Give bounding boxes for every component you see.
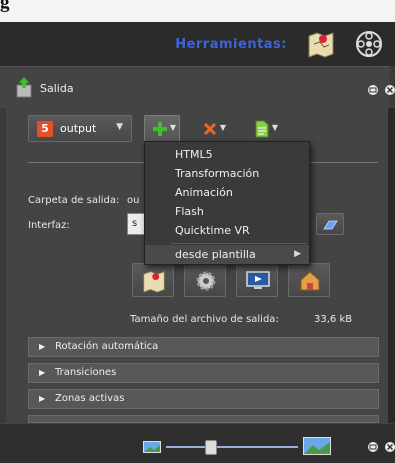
chevron-down-icon: ▼ xyxy=(116,122,123,132)
output-size-label: Tamaño del archivo de salida: xyxy=(130,314,279,325)
section-partial[interactable] xyxy=(28,415,379,423)
output-size-row: Tamaño del archivo de salida: 33,6 kB xyxy=(130,314,375,330)
panel-resize-handle[interactable] xyxy=(0,108,6,423)
panel-title: Salida xyxy=(40,82,74,95)
output-panel-icon xyxy=(16,77,32,98)
document-icon xyxy=(255,120,269,138)
film-reel-icon[interactable] xyxy=(352,30,386,58)
zoom-slider-track[interactable] xyxy=(166,446,298,448)
tools-header: Herramientas: xyxy=(0,22,395,66)
remove-icon xyxy=(204,123,216,135)
gear-icon xyxy=(196,271,216,291)
menu-item-flash[interactable]: Flash xyxy=(145,202,309,221)
panel-close-icon[interactable] xyxy=(384,84,395,96)
add-icon xyxy=(153,122,167,136)
tools-label: Herramientas: xyxy=(175,37,287,52)
remove-output-button[interactable]: ▼ xyxy=(194,115,230,142)
zoom-slider-handle[interactable] xyxy=(205,440,217,455)
float-icon[interactable] xyxy=(367,441,379,453)
menu-separator xyxy=(171,243,307,244)
chevron-down-icon: ▼ xyxy=(271,123,278,132)
output-selector-label: output xyxy=(60,122,97,135)
eraser-icon xyxy=(323,220,338,230)
settings-button[interactable] xyxy=(184,263,226,297)
panel-float-icon[interactable] xyxy=(367,84,379,96)
section-title: Zonas activas xyxy=(55,393,125,404)
section-title: Transiciones xyxy=(55,367,117,378)
panel-scrollbar[interactable] xyxy=(388,108,395,423)
publish-button[interactable] xyxy=(288,263,330,297)
chevron-down-icon: ▼ xyxy=(219,123,226,132)
preview-button[interactable] xyxy=(236,263,278,297)
menu-item-html5[interactable]: HTML5 xyxy=(145,145,309,164)
top-title-strip: g xyxy=(0,0,395,22)
chevron-down-icon: ▼ xyxy=(169,123,176,132)
expand-arrow-icon: ▶ xyxy=(39,368,46,377)
section-hotspots[interactable]: ▶ Zonas activas xyxy=(28,389,379,409)
house-icon xyxy=(300,271,320,291)
top-title-text: g xyxy=(0,0,10,13)
output-selector-button[interactable]: 5 output ▼ xyxy=(28,115,132,142)
section-transitions[interactable]: ▶ Transiciones xyxy=(28,363,379,383)
menu-item-transformation[interactable]: Transformación xyxy=(145,164,309,183)
section-auto-rotation[interactable]: ▶ Rotación automática xyxy=(28,337,379,357)
bottom-zoom-bar xyxy=(0,424,395,463)
section-title: Rotación automática xyxy=(55,341,159,352)
large-thumbnail-icon[interactable] xyxy=(303,437,331,455)
document-output-button[interactable]: ▼ xyxy=(246,115,282,142)
output-folder-label: Carpeta de salida: xyxy=(28,195,120,206)
add-output-button[interactable]: ▼ xyxy=(144,115,180,142)
menu-item-animation[interactable]: Animación xyxy=(145,183,309,202)
close-icon[interactable] xyxy=(384,441,395,453)
panel-title-bar: Salida xyxy=(0,70,395,106)
menu-item-quicktime-vr[interactable]: Quicktime VR xyxy=(145,221,309,240)
expand-arrow-icon: ▶ xyxy=(39,342,46,351)
output-folder-value[interactable]: ou xyxy=(127,195,139,206)
map-button[interactable] xyxy=(132,263,174,297)
expand-arrow-icon: ▶ xyxy=(39,394,46,403)
interface-select-value: s xyxy=(132,218,138,229)
menu-item-from-template[interactable]: desde plantilla ▶ xyxy=(145,245,309,264)
interface-edit-button[interactable] xyxy=(316,213,344,235)
map-icon xyxy=(143,270,165,293)
monitor-icon xyxy=(246,271,270,289)
interface-label: Interfaz: xyxy=(28,220,70,231)
output-size-value: 33,6 kB xyxy=(314,314,353,325)
html5-icon: 5 xyxy=(37,121,53,137)
map-marker-icon[interactable] xyxy=(306,30,336,58)
add-output-dropdown: HTML5 Transformación Animación Flash Qui… xyxy=(144,141,310,265)
small-thumbnail-icon[interactable] xyxy=(143,441,161,453)
submenu-arrow-icon: ▶ xyxy=(294,249,301,259)
menu-item-from-template-label: desde plantilla xyxy=(175,248,256,261)
